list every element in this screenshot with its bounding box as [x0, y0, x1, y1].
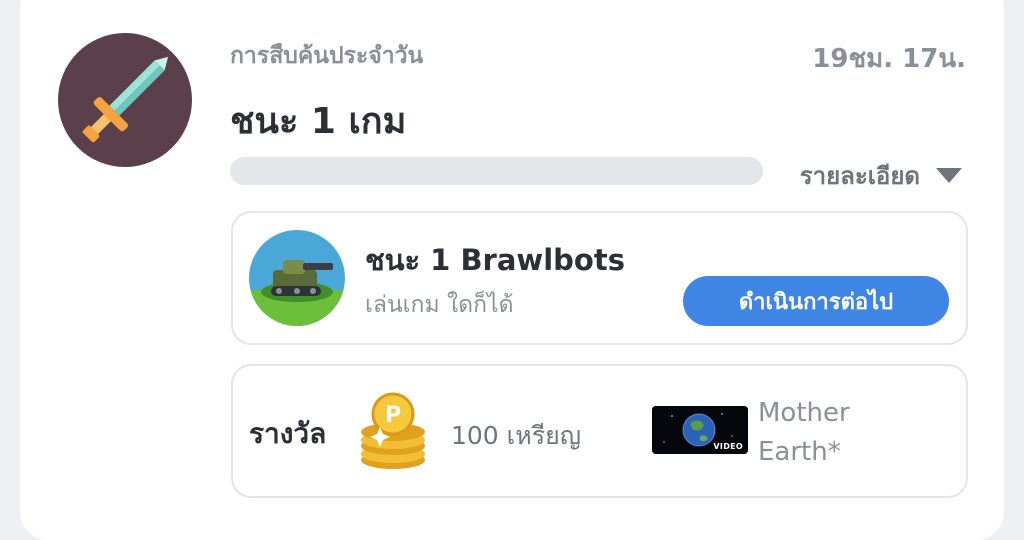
reward-panel: รางวัล P 100 เหรียญ VIDEO Mother Earth* [231, 364, 968, 498]
continue-button[interactable]: ดำเนินการต่อไป [683, 276, 949, 326]
task-panel: ชนะ 1 Brawlbots เล่นเกม ใดก็ได้ ดำเนินกา… [231, 211, 968, 345]
sword-icon [58, 33, 192, 167]
video-reward-title: Mother Earth* [758, 394, 898, 472]
chevron-down-icon [936, 168, 962, 183]
video-title-line-1: Mother [758, 398, 850, 428]
details-toggle[interactable]: รายละเอียด [800, 156, 962, 195]
video-title-line-2: Earth* [758, 437, 841, 467]
task-subtitle: เล่นเกม ใดก็ได้ [365, 292, 514, 318]
video-thumbnail[interactable]: VIDEO [652, 406, 748, 454]
quest-progress-bar [230, 157, 763, 185]
quest-category: การสืบค้นประจำวัน [230, 43, 424, 69]
quest-title: ชนะ 1 เกม [230, 101, 407, 142]
video-tag: VIDEO [713, 442, 743, 451]
brawlbots-tank-icon [249, 230, 345, 326]
coin-stack-icon: P [357, 392, 429, 470]
time-remaining: 19ชม. 17น. [812, 44, 966, 74]
reward-label: รางวัล [249, 417, 327, 450]
details-label: รายละเอียด [799, 162, 920, 190]
task-title: ชนะ 1 Brawlbots [365, 243, 625, 277]
coin-reward-amount: 100 เหรียญ [451, 421, 582, 450]
svg-text:P: P [385, 403, 401, 428]
